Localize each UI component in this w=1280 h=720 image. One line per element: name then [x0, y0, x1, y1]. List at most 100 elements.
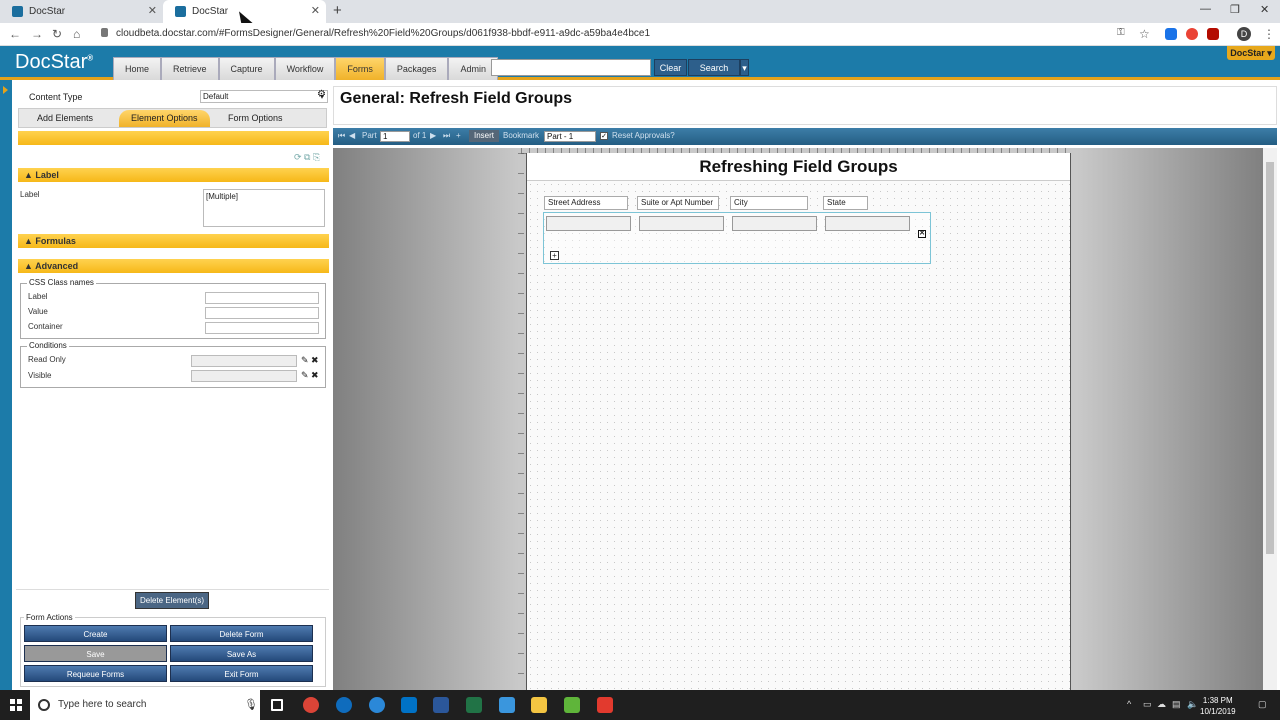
css-value-input[interactable] — [205, 307, 319, 319]
visible-condition-input[interactable] — [191, 370, 297, 382]
clear-button[interactable]: Clear — [654, 59, 687, 76]
nav-retrieve[interactable]: Retrieve — [161, 57, 219, 80]
star-icon[interactable]: ☆ — [1139, 27, 1150, 41]
extension-pdf-icon[interactable] — [1207, 28, 1219, 40]
field-group[interactable]: ✕ + — [543, 212, 931, 264]
delete-elements-button[interactable]: Delete Element(s) — [135, 592, 209, 609]
back-icon[interactable]: ← — [9, 27, 21, 41]
label-field-input[interactable]: [Multiple] — [203, 189, 325, 227]
exit-form-button[interactable]: Exit Form — [170, 665, 313, 682]
new-tab-icon[interactable]: + — [333, 2, 342, 19]
reset-approvals-checkbox[interactable]: ✓ — [600, 132, 608, 140]
task-view-icon[interactable] — [271, 699, 283, 711]
requeue-forms-button[interactable]: Requeue Forms — [24, 665, 167, 682]
part-number-input[interactable]: 1 — [380, 131, 410, 142]
delete-form-button[interactable]: Delete Form — [170, 625, 313, 642]
form-title[interactable]: Refreshing Field Groups — [527, 153, 1070, 181]
remove-row-icon[interactable]: ✕ — [918, 230, 926, 238]
street-address-label[interactable]: Street Address — [544, 196, 628, 210]
suite-apt-input[interactable] — [639, 216, 724, 231]
tray-chevron-icon[interactable]: ^ — [1127, 699, 1131, 709]
clear-icon[interactable]: ✖ — [311, 370, 319, 381]
create-button[interactable]: Create — [24, 625, 167, 642]
bookmark-input[interactable]: Part - 1 — [544, 131, 596, 142]
nav-packages[interactable]: Packages — [384, 57, 449, 80]
previous-page-icon[interactable]: ◀ — [349, 131, 355, 140]
css-container-input[interactable] — [205, 322, 319, 334]
camtasia-icon[interactable] — [564, 697, 580, 713]
add-row-icon[interactable]: + — [550, 251, 559, 260]
taskbar-search[interactable]: Type here to search 🎙 — [30, 690, 260, 720]
profile-avatar[interactable]: D — [1237, 27, 1251, 41]
clear-icon[interactable]: ✖ — [311, 355, 319, 366]
search-options-icon[interactable]: ▾ — [740, 59, 749, 76]
search-input[interactable] — [491, 59, 651, 76]
close-window-icon[interactable]: ✕ — [1260, 3, 1269, 16]
add-part-icon[interactable]: + — [456, 131, 461, 140]
minimize-icon[interactable]: — — [1200, 3, 1211, 15]
outlook-icon[interactable] — [401, 697, 417, 713]
excel-icon[interactable] — [466, 697, 482, 713]
city-input[interactable] — [732, 216, 817, 231]
state-input[interactable] — [825, 216, 910, 231]
edit-icon[interactable]: ✎ — [301, 370, 309, 381]
read-only-condition-input[interactable] — [191, 355, 297, 367]
volume-icon[interactable]: 🔈 — [1187, 699, 1198, 710]
extension-chat-icon[interactable] — [1165, 28, 1177, 40]
insert-button[interactable]: Insert — [469, 130, 499, 142]
edit-icon[interactable]: ✎ — [301, 355, 309, 366]
network-icon[interactable]: ▤ — [1172, 699, 1181, 710]
edge-icon[interactable] — [336, 697, 352, 713]
browser-tab-1[interactable]: DocStar ✕ — [0, 0, 163, 23]
taskbar-clock[interactable]: 1:38 PM 10/1/2019 — [1200, 695, 1236, 717]
tab-add-elements[interactable]: Add Elements — [25, 110, 105, 127]
nav-forms[interactable]: Forms — [335, 57, 385, 80]
tab-element-options[interactable]: Element Options — [119, 110, 210, 127]
close-tab-icon[interactable]: ✕ — [148, 4, 157, 17]
search-button[interactable]: Search — [688, 59, 740, 76]
suite-apt-label[interactable]: Suite or Apt Number — [637, 196, 719, 210]
word-icon[interactable] — [433, 697, 449, 713]
next-page-icon[interactable]: ▶ — [430, 131, 436, 140]
snagit-icon[interactable] — [597, 697, 613, 713]
content-type-select[interactable]: Default ▾ — [200, 90, 328, 103]
internet-explorer-icon[interactable] — [369, 697, 385, 713]
menu-icon[interactable]: ⋮ — [1263, 27, 1275, 41]
file-explorer-icon[interactable] — [531, 697, 547, 713]
microphone-icon[interactable]: 🎙 — [244, 698, 258, 711]
key-icon[interactable]: ⚿ — [1117, 27, 1125, 38]
save-as-button[interactable]: Save As — [170, 645, 313, 662]
notifications-icon[interactable]: ▢ — [1258, 699, 1267, 710]
forward-icon[interactable]: → — [31, 27, 43, 41]
nav-capture[interactable]: Capture — [218, 57, 275, 80]
state-label[interactable]: State — [823, 196, 868, 210]
street-address-input[interactable] — [546, 216, 631, 231]
tab-form-options[interactable]: Form Options — [216, 110, 295, 127]
gear-icon[interactable]: ⚙ — [317, 89, 326, 100]
chrome-icon[interactable] — [303, 697, 319, 713]
left-collapse-strip[interactable] — [0, 80, 12, 690]
css-label-input[interactable] — [205, 292, 319, 304]
restore-icon[interactable]: ❐ — [1230, 3, 1240, 16]
nav-home[interactable]: Home — [113, 57, 162, 80]
windows-start-icon[interactable] — [10, 699, 22, 711]
refresh-copy-paste-icons[interactable]: ⟳ ⧉ ⎘ — [294, 152, 320, 163]
city-label[interactable]: City — [730, 196, 808, 210]
last-page-icon[interactable]: ⏭ — [443, 131, 450, 141]
expand-arrow-icon[interactable] — [3, 86, 8, 94]
advanced-section-header[interactable]: ▲ Advanced — [18, 259, 329, 273]
home-icon[interactable]: ⌂ — [73, 27, 80, 41]
label-section-header[interactable]: ▲ Label — [18, 168, 329, 182]
onedrive-icon[interactable]: ☁ — [1157, 699, 1166, 710]
extension-chrome-icon[interactable] — [1186, 28, 1198, 40]
remote-desktop-icon[interactable] — [499, 697, 515, 713]
first-page-icon[interactable]: ⏮ — [338, 131, 345, 141]
formulas-section-header[interactable]: ▲ Formulas — [18, 234, 329, 248]
reload-icon[interactable]: ↻ — [52, 27, 62, 41]
close-tab-icon[interactable]: ✕ — [311, 4, 320, 17]
url-field[interactable]: cloudbeta.docstar.com/#FormsDesigner/Gen… — [116, 28, 650, 39]
save-button[interactable]: Save — [24, 645, 167, 662]
user-menu-badge[interactable]: DocStar ▾ — [1227, 46, 1275, 60]
vertical-scrollbar[interactable] — [1263, 148, 1277, 690]
tray-device-icon[interactable]: ▭ — [1143, 699, 1152, 710]
